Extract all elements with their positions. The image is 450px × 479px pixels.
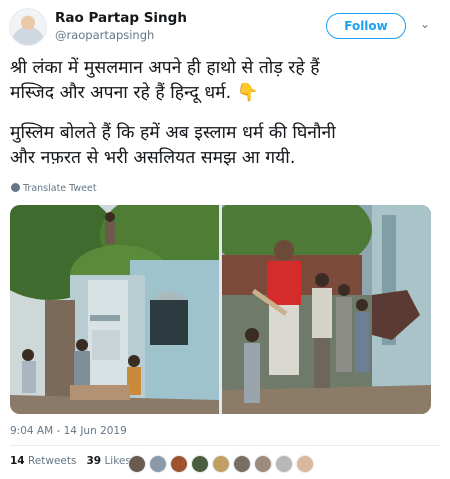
liker-avatar[interactable] bbox=[296, 455, 314, 473]
liker-avatar[interactable] bbox=[149, 455, 167, 473]
photo-men-breaking-wall[interactable] bbox=[222, 205, 431, 414]
translate-tweet-link[interactable]: Translate Tweet bbox=[11, 183, 97, 194]
liker-avatar[interactable] bbox=[191, 455, 209, 473]
photo-mosque-demolition[interactable] bbox=[10, 205, 219, 414]
likes-count[interactable]: 39 bbox=[86, 455, 101, 467]
liker-avatar[interactable] bbox=[212, 455, 230, 473]
engagement-stats: 14 Retweets 39 Likes bbox=[10, 455, 131, 467]
avatar[interactable] bbox=[9, 8, 47, 46]
tweet-header: Rao Partap Singh @raopartapsingh Follow … bbox=[0, 0, 450, 50]
liker-avatar[interactable] bbox=[233, 455, 251, 473]
liker-avatar[interactable] bbox=[254, 455, 272, 473]
author-handle[interactable]: @raopartapsingh bbox=[55, 28, 154, 42]
globe-icon bbox=[11, 183, 20, 192]
follow-button[interactable]: Follow bbox=[326, 13, 406, 39]
tweet-timestamp[interactable]: 9:04 AM - 14 Jun 2019 bbox=[10, 425, 127, 437]
liker-avatar[interactable] bbox=[275, 455, 293, 473]
liker-avatars bbox=[128, 455, 317, 473]
divider bbox=[10, 445, 440, 446]
author-name[interactable]: Rao Partap Singh bbox=[55, 10, 187, 26]
translate-label: Translate Tweet bbox=[23, 183, 97, 194]
likes-label[interactable]: Likes bbox=[104, 455, 130, 467]
liker-avatar[interactable] bbox=[170, 455, 188, 473]
chevron-down-icon[interactable]: ⌄ bbox=[418, 17, 432, 31]
liker-avatar[interactable] bbox=[128, 455, 146, 473]
retweets-label[interactable]: Retweets bbox=[28, 455, 77, 467]
tweet-media[interactable] bbox=[10, 205, 431, 414]
tweet-paragraph-1: श्री लंका में मुसलमान अपने ही हाथो से तो… bbox=[10, 58, 320, 103]
retweets-count[interactable]: 14 bbox=[10, 455, 25, 467]
tweet-text: श्री लंका में मुसलमान अपने ही हाथो से तो… bbox=[10, 56, 440, 186]
tweet-paragraph-2: मुस्लिम बोलते हैं कि हमें अब इस्लाम धर्म… bbox=[10, 123, 336, 168]
